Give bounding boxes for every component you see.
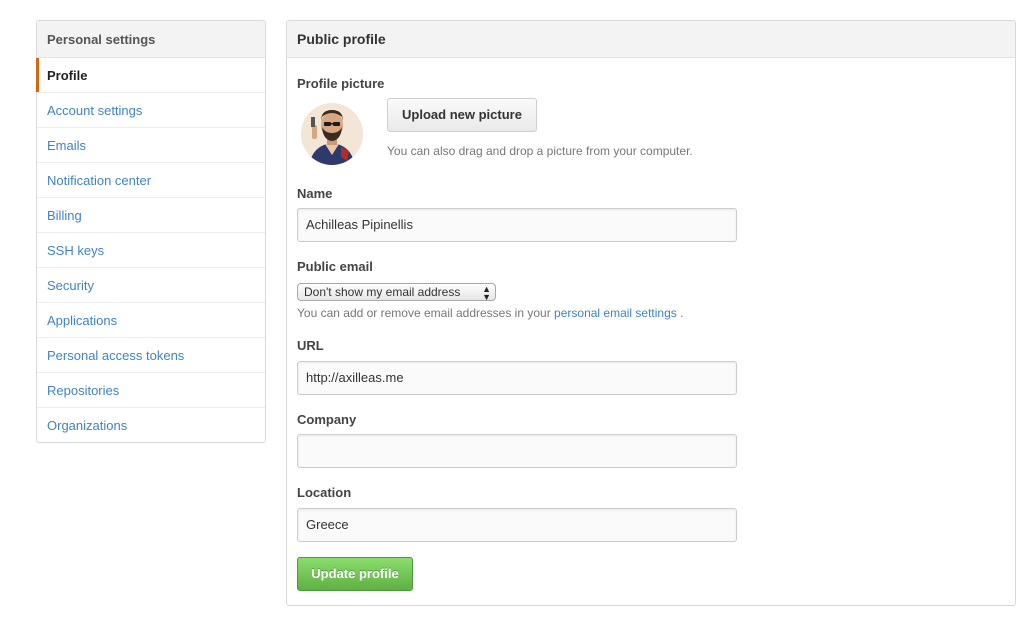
picture-hint: You can also drag and drop a picture fro… — [387, 144, 693, 158]
sidebar-title: Personal settings — [37, 21, 265, 58]
sidebar-item-applications[interactable]: Applications — [37, 303, 265, 338]
sidebar-item-personal-access-tokens[interactable]: Personal access tokens — [37, 338, 265, 373]
public-email-hint: You can add or remove email addresses in… — [297, 306, 683, 320]
name-field[interactable]: Achilleas Pipinellis — [297, 208, 737, 242]
public-email-label: Public email — [297, 259, 373, 274]
location-field[interactable]: Greece — [297, 508, 737, 542]
public-email-hint-text: You can add or remove email addresses in… — [297, 306, 551, 320]
sidebar-item-billing[interactable]: Billing — [37, 198, 265, 233]
avatar-image — [301, 103, 363, 165]
personal-email-settings-link[interactable]: personal email settings — [554, 306, 677, 320]
sidebar-item-organizations[interactable]: Organizations — [37, 408, 265, 442]
public-email-hint-end: . — [680, 306, 684, 320]
sidebar-item-profile[interactable]: Profile — [36, 58, 265, 93]
select-arrows-icon: ▲ ▼ — [482, 284, 491, 302]
sidebar-item-notification-center[interactable]: Notification center — [37, 163, 265, 198]
sidebar-item-account-settings[interactable]: Account settings — [37, 93, 265, 128]
sidebar-item-repositories[interactable]: Repositories — [37, 373, 265, 408]
settings-sidebar: Personal settings Profile Account settin… — [36, 20, 266, 443]
update-profile-button[interactable]: Update profile — [297, 557, 413, 591]
public-profile-panel: Public profile Profile picture Upload ne… — [286, 20, 1016, 606]
upload-picture-button[interactable]: Upload new picture — [387, 98, 537, 132]
sidebar-item-security[interactable]: Security — [37, 268, 265, 303]
url-field[interactable]: http://axilleas.me — [297, 361, 737, 395]
sidebar-item-emails[interactable]: Emails — [37, 128, 265, 163]
company-field[interactable] — [297, 434, 737, 468]
panel-title: Public profile — [287, 21, 1015, 58]
company-label: Company — [297, 412, 357, 427]
name-label: Name — [297, 186, 333, 201]
sidebar-menu: Profile Account settings Emails Notifica… — [36, 58, 265, 442]
location-label: Location — [297, 485, 352, 500]
url-label: URL — [297, 338, 324, 353]
avatar — [301, 103, 363, 165]
public-email-selected-value: Don't show my email address — [304, 285, 461, 299]
profile-picture-label: Profile picture — [297, 76, 385, 91]
sidebar-item-ssh-keys[interactable]: SSH keys — [37, 233, 265, 268]
public-email-select[interactable]: Don't show my email address ▲ ▼ — [297, 283, 496, 302]
